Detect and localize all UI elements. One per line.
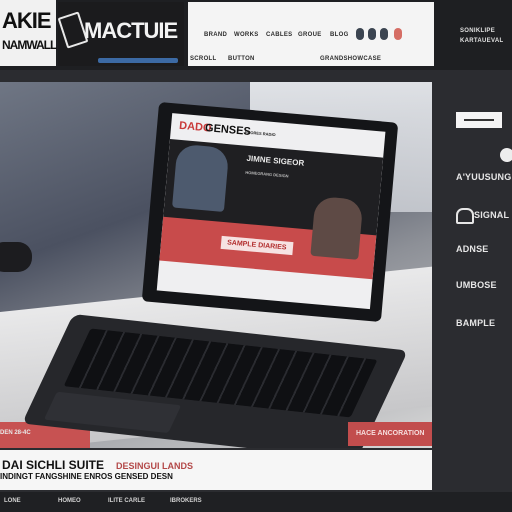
sidebar: A'YUUSUNG SIGNAL ADNSE UMBOSE BAMPLE <box>440 82 512 512</box>
slide-dot-active[interactable] <box>394 28 402 40</box>
secondary-logo[interactable]: AKIE NAMWALL <box>0 0 57 66</box>
nav-item-4[interactable]: GROUE <box>298 32 322 38</box>
footer-subtitle: DESINGUI LANDS <box>116 461 194 471</box>
bottom-link-4[interactable]: IBROKERS <box>170 498 202 504</box>
nav-item-2[interactable]: WORKS <box>234 32 259 38</box>
sidebar-item-5[interactable]: BAMPLE <box>456 318 495 328</box>
footer-line: INDINGT FANGSHINE ENROS GENSED DESN <box>0 472 173 481</box>
menu-link-1[interactable]: SONIKLIPE <box>460 28 495 34</box>
bottom-link-3[interactable]: ILITE CARLE <box>108 498 145 504</box>
hero-cta-button[interactable]: HACE ANCORATION <box>348 422 432 446</box>
header: AKIE NAMWALL MACTUIE BRAND WORKS CABLES … <box>0 0 512 70</box>
website-preview: DADO GENSES PRORES RADIO JIMNE SIGEOR HO… <box>156 113 386 310</box>
sidebar-item-1[interactable]: A'YUUSUNG <box>456 172 511 182</box>
nav-item-3[interactable]: CABLES <box>266 32 292 38</box>
laptop-screen: DADO GENSES PRORES RADIO JIMNE SIGEOR HO… <box>141 101 399 323</box>
top-right-menu: SONIKLIPE KARTAUEVAL <box>440 4 512 66</box>
search-line-icon <box>464 119 494 121</box>
hero-cta-label: HACE ANCORATION <box>356 430 425 437</box>
character-figure <box>172 143 230 212</box>
footer-band: DAI SICHLI SUITE DESINGUI LANDS <box>0 450 432 490</box>
bottom-bar: LONE HOMEO ILITE CARLE IBROKERS <box>0 492 512 512</box>
footer-title: DAI SICHLI SUITE <box>2 458 105 472</box>
slide-dot[interactable] <box>380 28 388 40</box>
brand-logo[interactable]: MACTUIE <box>57 2 184 66</box>
nav-item-8[interactable]: GRANDSHOWCASE <box>320 56 381 62</box>
slide-dot[interactable] <box>368 28 376 40</box>
bottom-link-2[interactable]: HOMEO <box>58 498 81 504</box>
bottom-link-1[interactable]: LONE <box>4 498 21 504</box>
sidebar-item-2[interactable]: SIGNAL <box>474 210 509 220</box>
hero-caption: DEN 28-4C <box>0 430 31 436</box>
brand-wordmark: MACTUIE <box>84 18 178 43</box>
hero-image: DADO GENSES PRORES RADIO JIMNE SIGEOR HO… <box>0 82 432 448</box>
nav-item-6[interactable]: SCROLL <box>190 56 216 62</box>
toggle-icon[interactable] <box>500 148 512 162</box>
nav-panel: BRAND WORKS CABLES GROUE BLOG SCROLL BUT… <box>188 2 434 66</box>
secondary-logo-line1: AKIE <box>2 8 52 33</box>
mouse-icon <box>0 242 32 272</box>
profile-icon[interactable] <box>456 208 474 224</box>
brand-stripe <box>98 58 178 63</box>
secondary-logo-line2: NAMWALL <box>2 38 57 52</box>
sidebar-item-3[interactable]: ADNSE <box>456 244 489 254</box>
sidebar-item-4[interactable]: UMBOSE <box>456 280 497 290</box>
nav-item-1[interactable]: BRAND <box>204 32 227 38</box>
slide-dot[interactable] <box>356 28 364 40</box>
character-figure <box>310 195 364 260</box>
menu-link-2[interactable]: KARTAUEVAL <box>460 38 503 44</box>
search-box[interactable] <box>456 112 502 128</box>
nav-item-7[interactable]: BUTTON <box>228 56 255 62</box>
trackpad <box>43 391 182 434</box>
nav-item-5[interactable]: BLOG <box>330 32 349 38</box>
